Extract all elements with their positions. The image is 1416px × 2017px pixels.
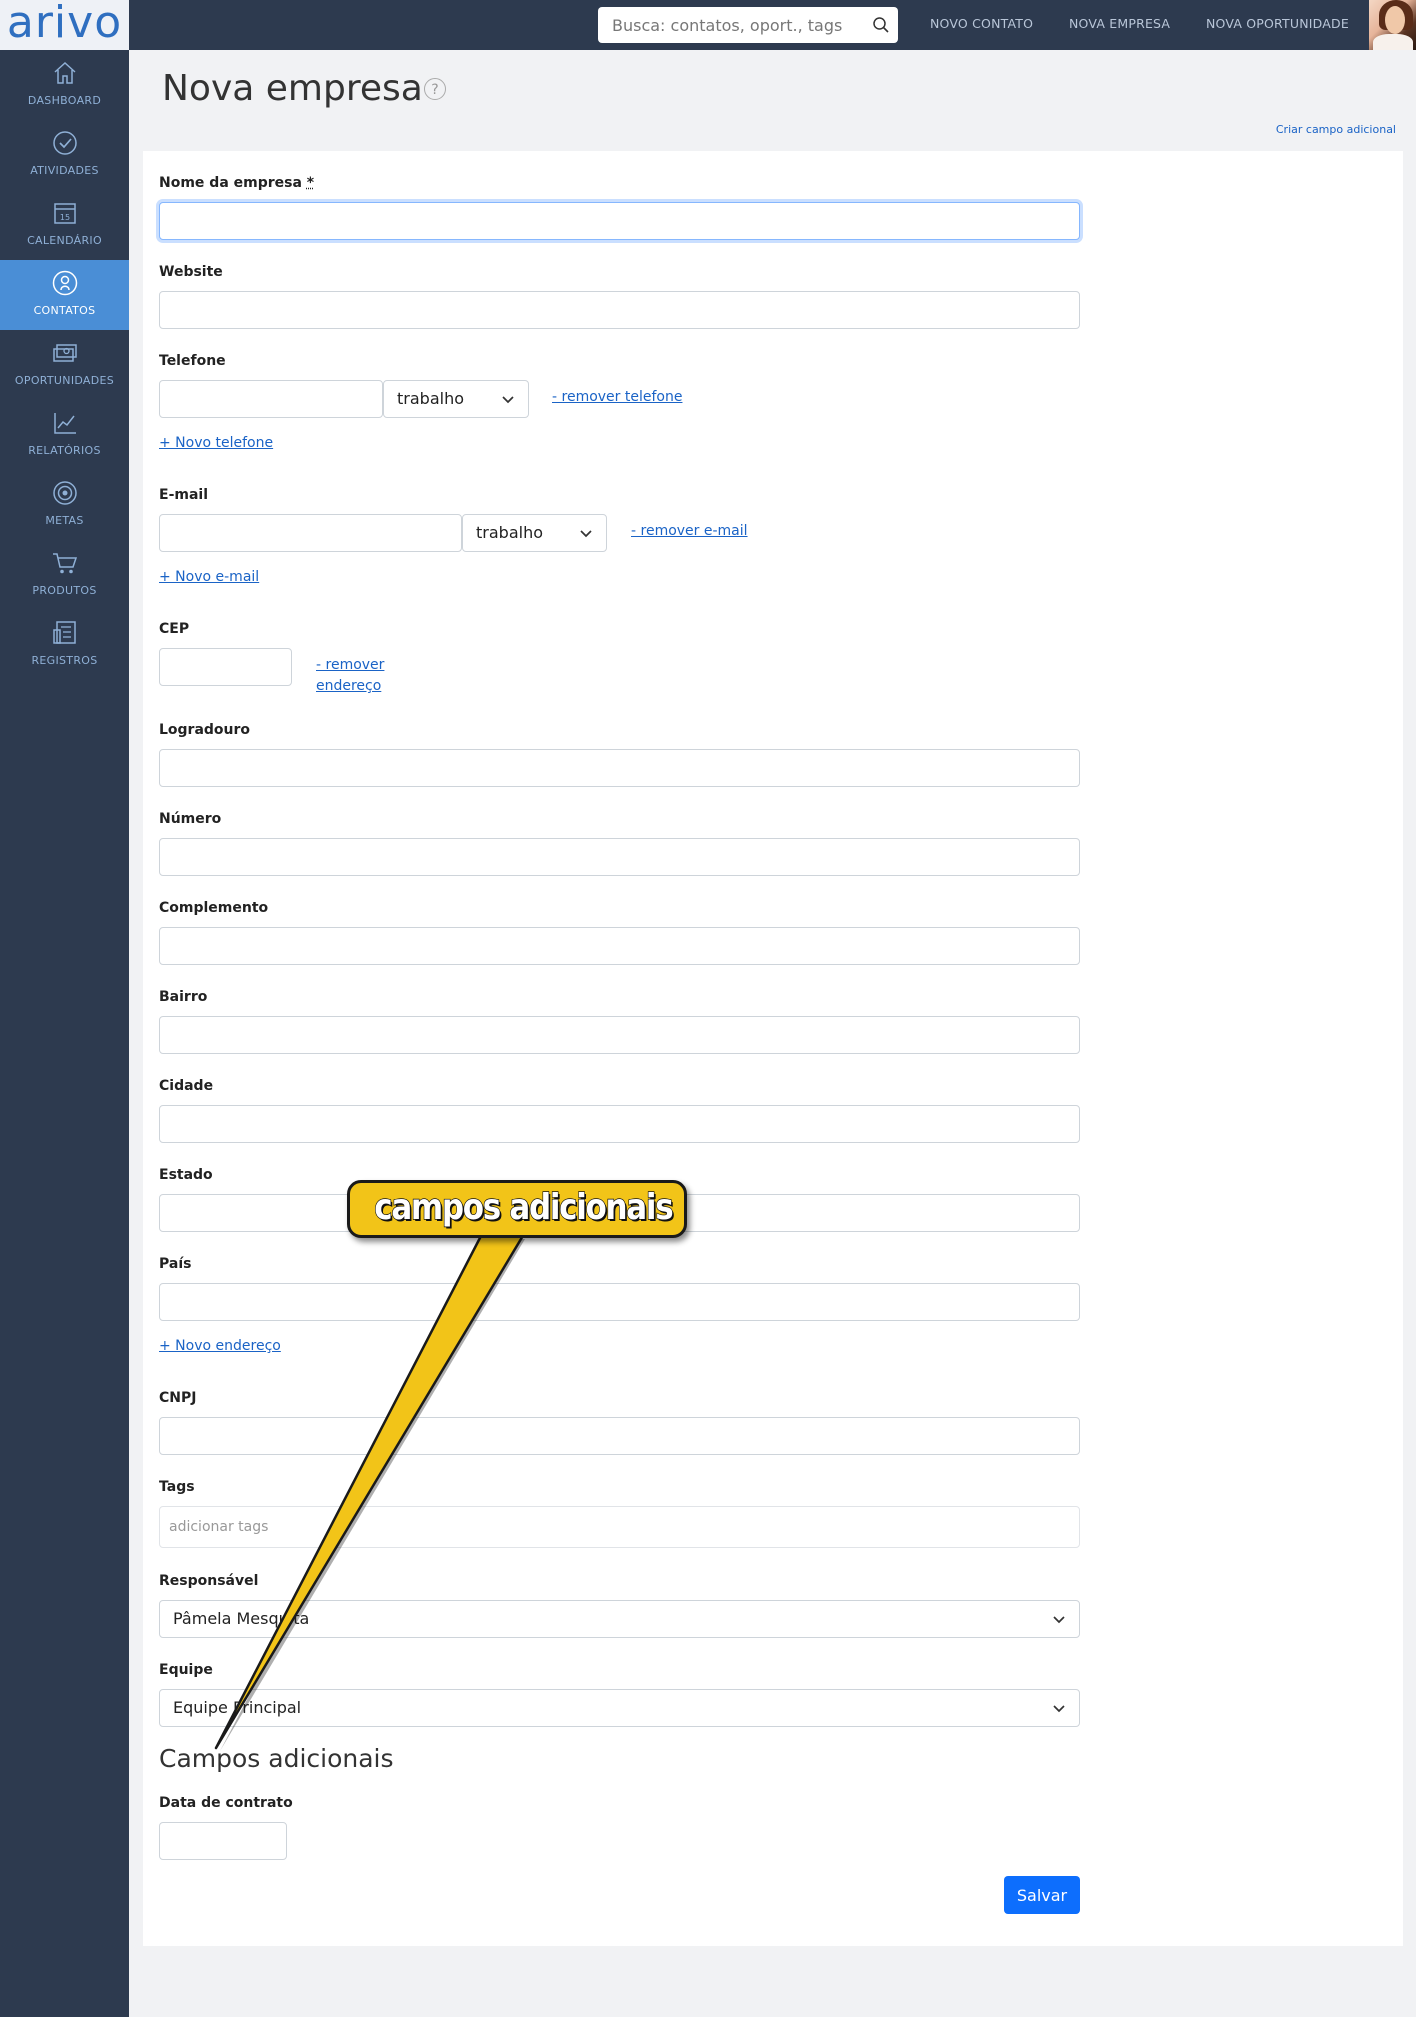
sidebar-item-label: METAS <box>45 514 84 527</box>
nav-novo-contato[interactable]: NOVO CONTATO <box>930 0 1033 50</box>
phone-label: Telefone <box>159 353 226 369</box>
cnpj-label: CNPJ <box>159 1390 197 1406</box>
number-input[interactable] <box>159 838 1080 876</box>
chart-icon <box>54 413 76 434</box>
sidebar-item-label: RELATÓRIOS <box>28 444 101 457</box>
search-icon[interactable] <box>872 16 890 34</box>
page-title: Nova empresa <box>162 68 423 109</box>
sidebar-item-contatos[interactable]: CONTATOS <box>0 260 129 330</box>
website-input[interactable] <box>159 291 1080 329</box>
sidebar: DASHBOARD ATIVIDADES 15 CALENDÁRIO CONTA… <box>0 50 129 2017</box>
contract-date-input[interactable] <box>159 1822 287 1860</box>
city-label: Cidade <box>159 1078 214 1094</box>
company-name-input[interactable] <box>159 202 1080 240</box>
country-label: País <box>159 1256 192 1272</box>
district-label: Bairro <box>159 989 208 1005</box>
additional-fields-title: Campos adicionais <box>159 1744 394 1773</box>
sidebar-item-registros[interactable]: REGISTROS <box>0 610 129 680</box>
chevron-down-icon <box>502 396 514 404</box>
app-logo[interactable]: arivo <box>0 0 129 50</box>
tags-input[interactable]: adicionar tags <box>159 1506 1080 1548</box>
remove-email-link[interactable]: - remover e-mail <box>631 523 748 539</box>
phone-type-value: trabalho <box>397 389 464 408</box>
calendar-day-number: 15 <box>60 213 70 222</box>
sidebar-item-metas[interactable]: METAS <box>0 470 129 540</box>
add-phone-link[interactable]: + Novo telefone <box>159 435 273 451</box>
create-additional-field-link[interactable]: Criar campo adicional <box>1276 123 1396 136</box>
cnpj-input[interactable] <box>159 1417 1080 1455</box>
sidebar-item-label: PRODUTOS <box>32 584 97 597</box>
sidebar-item-oportunidades[interactable]: OPORTUNIDADES <box>0 330 129 400</box>
callout-text: campos adicionais <box>374 1186 675 1228</box>
company-name-label: Nome da empresa * <box>159 175 315 191</box>
logo-text: arivo <box>6 0 123 48</box>
global-search <box>598 7 898 43</box>
state-label: Estado <box>159 1167 213 1183</box>
email-input[interactable] <box>159 514 462 552</box>
sidebar-item-label: DASHBOARD <box>27 94 102 107</box>
complement-input[interactable] <box>159 927 1080 965</box>
cep-label: CEP <box>159 621 190 637</box>
save-button[interactable]: Salvar <box>1004 1876 1080 1914</box>
sidebar-item-calendario[interactable]: 15 CALENDÁRIO <box>0 190 129 260</box>
contacts-icon <box>52 270 78 296</box>
email-type-select[interactable]: trabalho <box>462 514 607 552</box>
sidebar-item-label: REGISTROS <box>31 654 98 667</box>
check-circle-icon <box>53 131 77 155</box>
nav-nova-oportunidade[interactable]: NOVA OPORTUNIDADE <box>1206 0 1349 50</box>
user-avatar[interactable] <box>1369 0 1416 50</box>
email-type-value: trabalho <box>476 523 543 542</box>
owner-value: Pâmela Mesquita <box>173 1609 310 1628</box>
sidebar-item-relatorios[interactable]: RELATÓRIOS <box>0 400 129 470</box>
sidebar-item-label: OPORTUNIDADES <box>14 374 115 387</box>
chevron-down-icon <box>1053 1616 1065 1624</box>
calendar-icon: 15 <box>54 203 76 224</box>
help-icon[interactable]: ? <box>424 78 446 100</box>
street-input[interactable] <box>159 749 1080 787</box>
team-value: Equipe Principal <box>173 1698 302 1717</box>
required-mark: * <box>306 175 315 191</box>
nav-nova-empresa[interactable]: NOVA EMPRESA <box>1069 0 1170 50</box>
owner-label: Responsável <box>159 1573 259 1589</box>
country-input[interactable] <box>159 1283 1080 1321</box>
add-email-link[interactable]: + Novo e-mail <box>159 569 259 585</box>
callout-bubble: campos adicionais <box>347 1180 687 1238</box>
remove-phone-link[interactable]: - remover telefone <box>552 389 682 405</box>
complement-label: Complemento <box>159 900 269 916</box>
remove-address-link-line2[interactable]: endereço <box>316 678 381 694</box>
cart-icon <box>53 553 78 574</box>
website-label: Website <box>159 264 223 280</box>
email-label: E-mail <box>159 487 209 503</box>
cep-input[interactable] <box>159 648 292 686</box>
phone-input[interactable] <box>159 380 383 418</box>
chevron-down-icon <box>580 530 592 538</box>
sidebar-item-dashboard[interactable]: DASHBOARD <box>0 50 129 120</box>
add-address-link[interactable]: + Novo endereço <box>159 1338 281 1354</box>
sidebar-item-atividades[interactable]: ATIVIDADES <box>0 120 129 190</box>
remove-address-link[interactable]: - remover <box>316 657 384 673</box>
chevron-down-icon <box>1053 1705 1065 1713</box>
team-select[interactable]: Equipe Principal <box>159 1689 1080 1727</box>
contract-date-label: Data de contrato <box>159 1795 293 1811</box>
sidebar-item-label: ATIVIDADES <box>30 164 99 177</box>
top-bar: arivo NOVO CONTATO NOVA EMPRESA NOVA OPO… <box>0 0 1416 50</box>
owner-select[interactable]: Pâmela Mesquita <box>159 1600 1080 1638</box>
city-input[interactable] <box>159 1105 1080 1143</box>
sidebar-item-label: CONTATOS <box>33 304 96 317</box>
target-icon <box>53 481 77 505</box>
search-input[interactable] <box>598 7 872 43</box>
home-icon <box>54 61 76 84</box>
street-label: Logradouro <box>159 722 251 738</box>
district-input[interactable] <box>159 1016 1080 1054</box>
number-label: Número <box>159 811 222 827</box>
money-icon <box>53 344 77 362</box>
records-icon <box>53 621 76 644</box>
tags-label: Tags <box>159 1479 195 1495</box>
team-label: Equipe <box>159 1662 213 1678</box>
sidebar-item-label: CALENDÁRIO <box>27 234 102 247</box>
sidebar-item-produtos[interactable]: PRODUTOS <box>0 540 129 610</box>
phone-type-select[interactable]: trabalho <box>383 380 529 418</box>
